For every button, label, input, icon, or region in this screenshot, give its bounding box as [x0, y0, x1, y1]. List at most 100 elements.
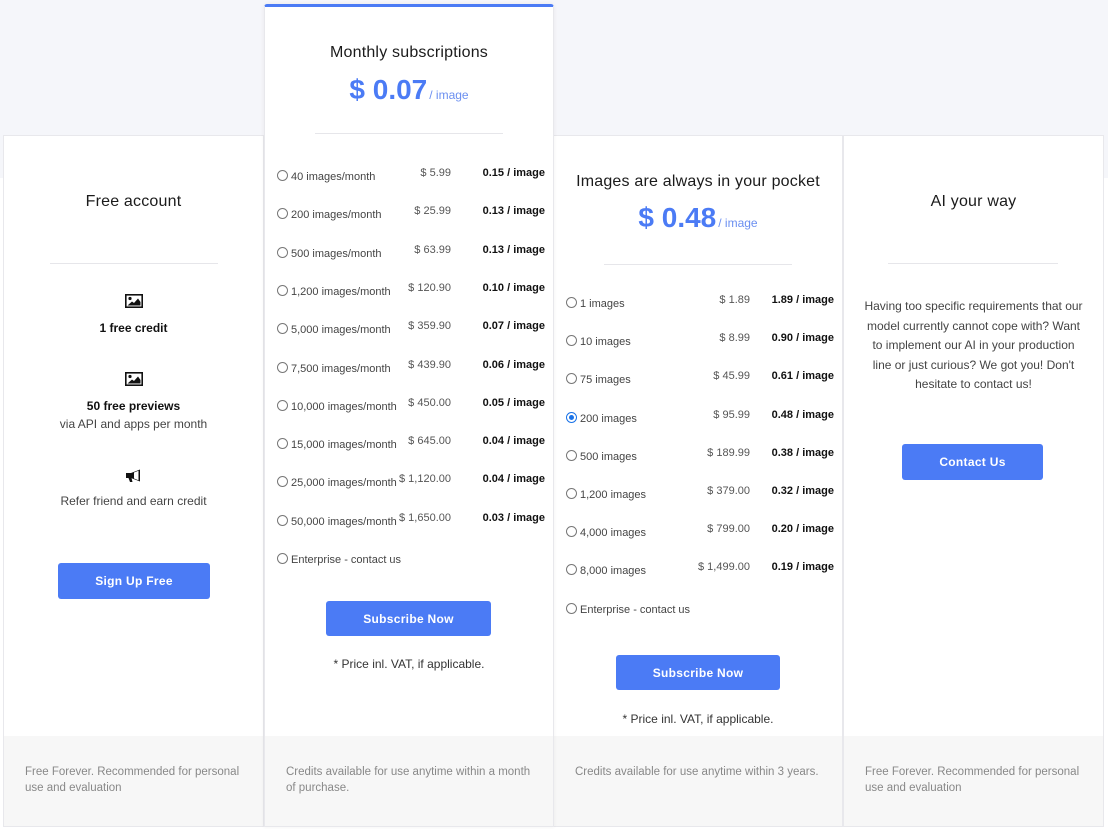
feature-subtitle: via API and apps per month [59, 417, 208, 431]
plan-option-price: $ 799.00 [707, 523, 750, 536]
plan-footer: Credits available for use anytime within… [265, 736, 553, 826]
plan-option-label[interactable]: 7,500 images/month [291, 363, 391, 375]
plan-option-per-image: 0.15 / image [482, 167, 545, 179]
plan-option-price: $ 8.99 [719, 332, 750, 345]
plan-option-per-image: 0.04 / image [482, 435, 545, 448]
plan-option-radio[interactable] [277, 438, 288, 450]
plan-option[interactable]: 4,000 images $ 799.00 0.20 / image [566, 523, 834, 543]
plan-option-per-image: 0.04 / image [482, 473, 545, 486]
plan-option[interactable]: 500 images $ 189.99 0.38 / image [566, 447, 834, 467]
plan-option[interactable]: 25,000 images/month $ 1,120.00 0.04 / imag… [277, 473, 545, 493]
plan-footer: Free Forever. Recommended for personal u… [4, 736, 263, 826]
plan-price: $ 0.48/ image [554, 202, 842, 234]
plan-option-label[interactable]: Enterprise - contact us [291, 554, 401, 566]
custom-ai-description: Having too specific requirements that ou… [864, 299, 1083, 391]
plan-option[interactable]: 7,500 images/month $ 439.90 0.06 / image [277, 359, 545, 379]
plan-option-label[interactable]: Enterprise - contact us [580, 604, 690, 616]
plan-option[interactable]: 1 images $ 1.89 1.89 / image [566, 294, 834, 314]
subscribe-now-button[interactable]: Subscribe Now [326, 601, 491, 636]
plan-option-radio[interactable] [277, 361, 288, 373]
subscribe-now-button[interactable]: Subscribe Now [616, 655, 780, 690]
plan-option-price: $ 379.00 [707, 485, 750, 497]
feature-title: 50 free previews [86, 399, 181, 413]
plan-option[interactable]: 200 images $ 95.99 0.48 / image [566, 409, 834, 429]
plan-option-price: $ 5.99 [420, 167, 451, 179]
plan-option-label[interactable]: 75 images [580, 374, 631, 386]
plan-option-price: $ 95.99 [713, 408, 750, 421]
plan-option-label[interactable]: 500 images [580, 451, 637, 463]
plan-option-label[interactable]: 8,000 images [580, 565, 646, 577]
plan-option[interactable]: 200 images/month $ 25.99 0.13 / image [277, 205, 545, 225]
feature-refer-friend: Refer friend and earn credit [4, 469, 263, 508]
plan-option-price: $ 645.00 [408, 435, 451, 448]
plan-option-radio[interactable] [566, 602, 577, 614]
price-unit: / image [718, 216, 758, 230]
plan-option-radio[interactable] [277, 323, 288, 335]
plan-option-radio[interactable] [277, 284, 288, 296]
feature-free-credit: 1 free credit [4, 294, 263, 335]
plan-option[interactable]: 8,000 images $ 1,499.00 0.19 / image [566, 561, 834, 581]
plan-option-radio[interactable] [277, 514, 288, 526]
plan-option-radio[interactable] [566, 488, 577, 499]
plan-option-radio[interactable] [566, 526, 577, 538]
plan-option-radio[interactable] [566, 449, 577, 461]
image-icon [124, 294, 143, 308]
plan-footer: Free Forever. Recommended for personal u… [844, 736, 1103, 826]
plan-option-label[interactable]: 200 images [580, 413, 637, 425]
plan-option-price: $ 1,650.00 [399, 511, 451, 524]
plan-option-radio[interactable] [566, 335, 577, 347]
plan-option[interactable]: Enterprise - contact us [566, 600, 834, 620]
plan-option-price: $ 189.99 [707, 446, 750, 459]
plan-option-radio[interactable] [277, 553, 288, 564]
plan-title: Monthly subscriptions [329, 44, 489, 61]
plan-option[interactable]: 50,000 images/month $ 1,650.00 0.03 / imag… [277, 512, 545, 532]
plan-option-label[interactable]: 200 images/month [291, 209, 382, 221]
plan-option-label[interactable]: 1,200 images/month [291, 286, 391, 298]
plan-option-radio[interactable] [277, 246, 288, 258]
plan-option-per-image: 0.13 / image [482, 243, 545, 256]
image-icon [124, 372, 143, 386]
plan-option-label[interactable]: 500 images/month [291, 248, 382, 260]
price-value: $ 0.48 [638, 202, 717, 233]
sign-up-free-button[interactable]: Sign Up Free [58, 563, 210, 599]
plan-option-radio[interactable] [566, 411, 577, 423]
plan-option-price: $ 120.90 [408, 281, 451, 294]
plan-option-price: $ 45.99 [713, 370, 750, 383]
plan-option-per-image: 1.89 / image [771, 294, 834, 306]
plan-option[interactable]: Enterprise - contact us [277, 550, 545, 570]
plan-option[interactable]: 10 images $ 8.99 0.90 / image [566, 332, 834, 352]
plan-option-radio[interactable] [566, 564, 577, 576]
plan-footer: Credits available for use anytime within… [554, 736, 842, 826]
plan-option-price: $ 359.90 [408, 320, 451, 333]
plan-option-radio[interactable] [277, 170, 288, 181]
plan-option[interactable]: 40 images/month $ 5.99 0.15 / image [277, 167, 545, 187]
plan-price: $ 0.07/ image [265, 74, 553, 106]
plan-option-per-image: 0.90 / image [771, 332, 834, 345]
plan-option[interactable]: 75 images $ 45.99 0.61 / image [566, 370, 834, 390]
plan-option[interactable]: 1,200 images/month $ 120.90 0.10 / image [277, 282, 545, 302]
plan-option[interactable]: 5,000 images/month $ 359.90 0.07 / image [277, 320, 545, 340]
feature-free-previews: 50 free previews via API and apps per mo… [4, 372, 263, 431]
plan-option-radio[interactable] [566, 373, 577, 385]
plan-option-label[interactable]: 5,000 images/month [291, 324, 391, 336]
plan-option[interactable]: 1,200 images $ 379.00 0.32 / image [566, 485, 834, 505]
plan-option-radio[interactable] [566, 297, 577, 308]
plan-option-price: $ 1.89 [719, 294, 750, 306]
plan-option-label[interactable]: 10 images [580, 336, 631, 348]
plan-option-label[interactable]: 1 images [580, 298, 625, 310]
plan-option[interactable]: 10,000 images/month $ 450.00 0.05 / image [277, 397, 545, 417]
plan-card-custom-ai: AI your way Having too specific requirem… [843, 135, 1104, 827]
plan-option[interactable]: 500 images/month $ 63.99 0.13 / image [277, 244, 545, 264]
plan-option-label[interactable]: 4,000 images [580, 527, 646, 539]
plan-title: AI your way [930, 193, 1017, 210]
plan-option-radio[interactable] [277, 399, 288, 411]
plan-option[interactable]: 15,000 images/month $ 645.00 0.04 / image [277, 435, 545, 455]
plan-option-per-image: 0.19 / image [771, 561, 834, 574]
contact-us-button[interactable]: Contact Us [902, 444, 1043, 480]
plan-option-radio[interactable] [277, 208, 288, 220]
plan-option-per-image: 0.06 / image [482, 358, 545, 371]
plan-option-radio[interactable] [277, 476, 288, 488]
plan-option-price: $ 439.90 [408, 358, 451, 371]
plan-option-label[interactable]: 1,200 images [580, 489, 646, 501]
plan-option-label[interactable]: 40 images/month [291, 171, 375, 183]
